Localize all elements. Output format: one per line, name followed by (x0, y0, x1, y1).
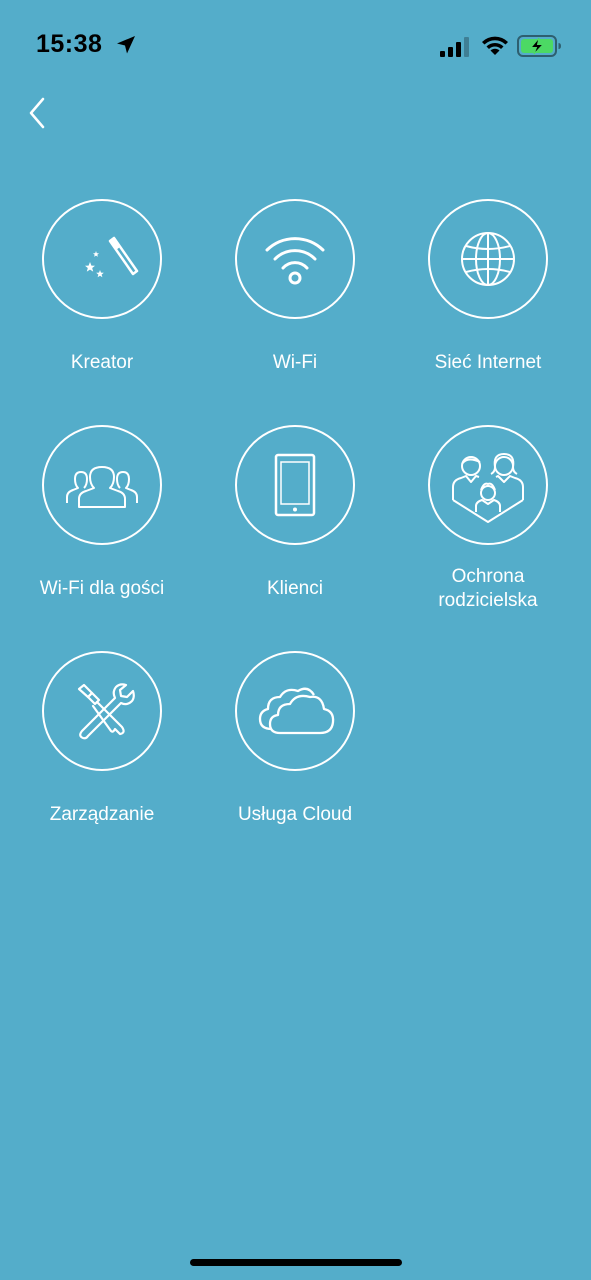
tile-circle (235, 651, 355, 771)
tile-circle (235, 199, 355, 319)
tile-label: Wi-Fi (272, 352, 318, 373)
tile-wifi-dla-gosci[interactable]: Wi-Fi dla gości (7, 425, 197, 601)
home-indicator (190, 1259, 402, 1266)
tile-circle (428, 425, 548, 545)
tile-label-line: Ochrona (451, 566, 525, 587)
globe-icon (461, 232, 515, 286)
tile-wifi[interactable]: Wi-Fi (200, 199, 390, 375)
tile-label-line: rodzicielska (438, 590, 538, 611)
tile-kreator[interactable]: Kreator (7, 199, 197, 375)
tile-klienci[interactable]: Klienci (200, 425, 390, 601)
location-arrow-icon (117, 36, 135, 54)
tile-label: Sieć Internet (434, 352, 542, 373)
wifi-icon (265, 237, 325, 285)
chevron-left-icon (29, 97, 45, 129)
status-bar: 15:38 (0, 0, 591, 90)
tile-circle (42, 425, 162, 545)
tile-label: Ochrona rodzicielska (393, 565, 583, 613)
wifi-icon (482, 36, 508, 55)
magic-wand-icon (85, 236, 139, 278)
tile-label: Klienci (267, 578, 323, 599)
tile-label: Usługa Cloud (237, 804, 353, 825)
tile-usluga-cloud[interactable]: Usługa Cloud (200, 651, 390, 827)
family-icon (452, 453, 524, 523)
tile-circle (42, 651, 162, 771)
tile-ochrona-rodzicielska[interactable]: Ochrona rodzicielska (393, 425, 583, 613)
tile-circle (235, 425, 355, 545)
cellular-signal-icon (440, 37, 469, 57)
guests-group-icon (66, 466, 138, 508)
tile-siec-internet[interactable]: Sieć Internet (393, 199, 583, 375)
tile-label: Zarządzanie (49, 804, 155, 825)
tablet-icon (274, 453, 316, 517)
battery-charging-icon (517, 35, 561, 57)
status-time: 15:38 (36, 30, 103, 58)
back-button[interactable] (22, 94, 58, 132)
tools-icon (77, 683, 135, 740)
cloud-icon (258, 687, 335, 735)
tile-circle (428, 199, 548, 319)
tile-label: Kreator (70, 352, 134, 373)
tile-circle (42, 199, 162, 319)
tile-label: Wi-Fi dla gości (39, 578, 165, 599)
tile-zarzadzanie[interactable]: Zarządzanie (7, 651, 197, 827)
